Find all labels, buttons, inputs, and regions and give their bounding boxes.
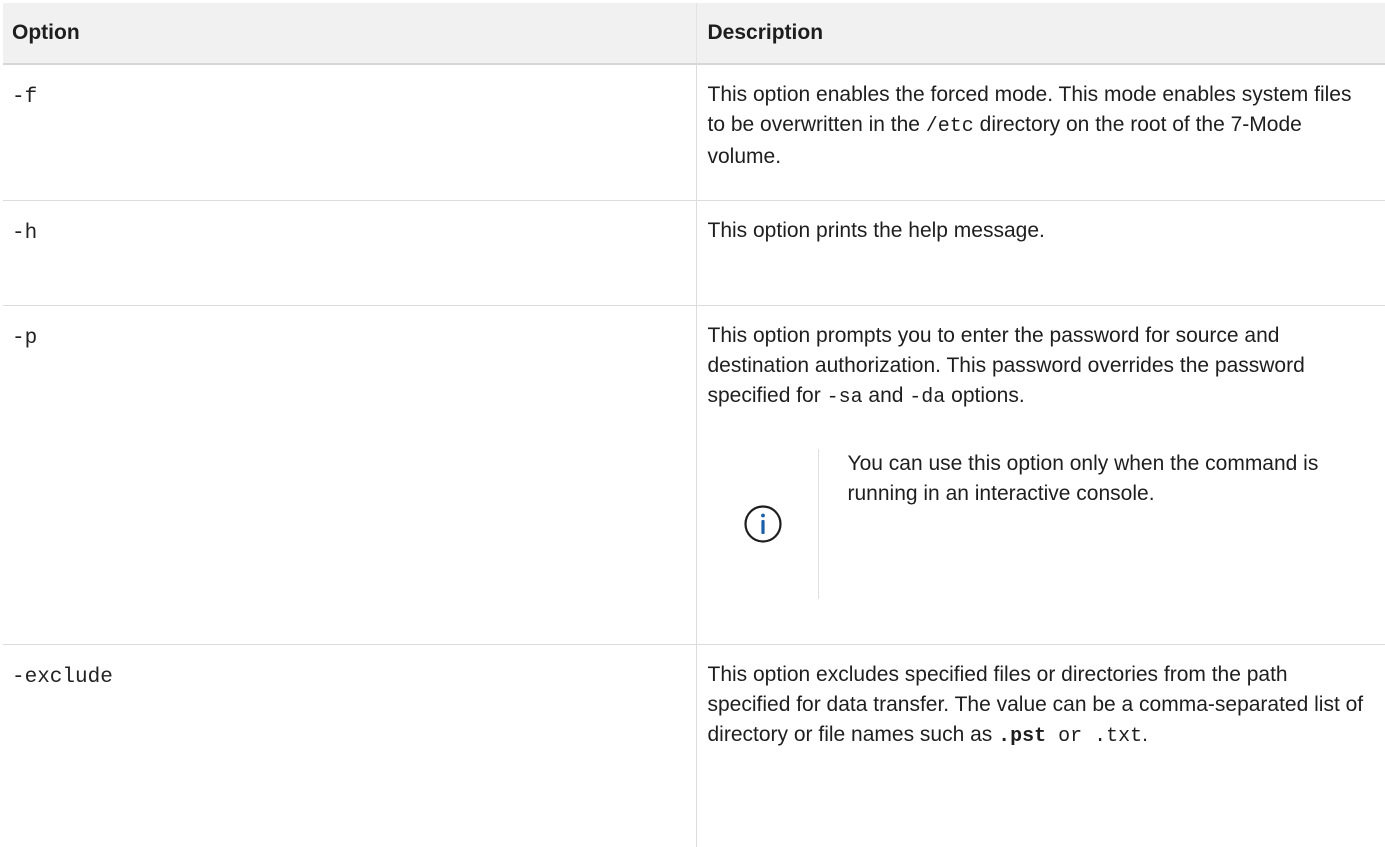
note-text: You can use this option only when the co… <box>819 449 1373 599</box>
note-icon-column <box>708 449 819 599</box>
options-table: Option Description -f This option enable… <box>3 3 1385 847</box>
description-cell: This option prompts you to enter the pas… <box>696 306 1385 645</box>
table-row: -exclude This option excludes specified … <box>3 645 1385 847</box>
table-row: -f This option enables the forced mode. … <box>3 64 1385 201</box>
inline-code: -da <box>909 386 945 409</box>
option-name: -f <box>12 86 37 109</box>
inline-code-bold: .pst <box>998 725 1046 748</box>
table-row: -h This option prints the help message. <box>3 201 1385 306</box>
description-text: options. <box>945 384 1024 407</box>
option-cell: -h <box>3 201 696 306</box>
description-cell: This option enables the forced mode. Thi… <box>696 64 1385 201</box>
description-text: . <box>1142 723 1148 746</box>
header-description: Description <box>696 3 1385 64</box>
option-name: -p <box>12 327 37 350</box>
option-name: -h <box>12 222 37 245</box>
note-admonition: You can use this option only when the co… <box>708 449 1373 599</box>
option-cell: -exclude <box>3 645 696 847</box>
option-cell: -f <box>3 64 696 201</box>
inline-code: /etc <box>926 115 974 138</box>
option-name: -exclude <box>12 666 113 689</box>
option-cell: -p <box>3 306 696 645</box>
inline-code: -sa <box>827 386 863 409</box>
description-cell: This option prints the help message. <box>696 201 1385 306</box>
table-header-row: Option Description <box>3 3 1385 64</box>
inline-code: or .txt <box>1046 725 1142 748</box>
description-text: and <box>863 384 910 407</box>
table-row: -p This option prompts you to enter the … <box>3 306 1385 645</box>
description-text: This option prints the help message. <box>708 219 1045 242</box>
description-cell: This option excludes specified files or … <box>696 645 1385 847</box>
header-option: Option <box>3 3 696 64</box>
info-icon <box>743 504 783 544</box>
